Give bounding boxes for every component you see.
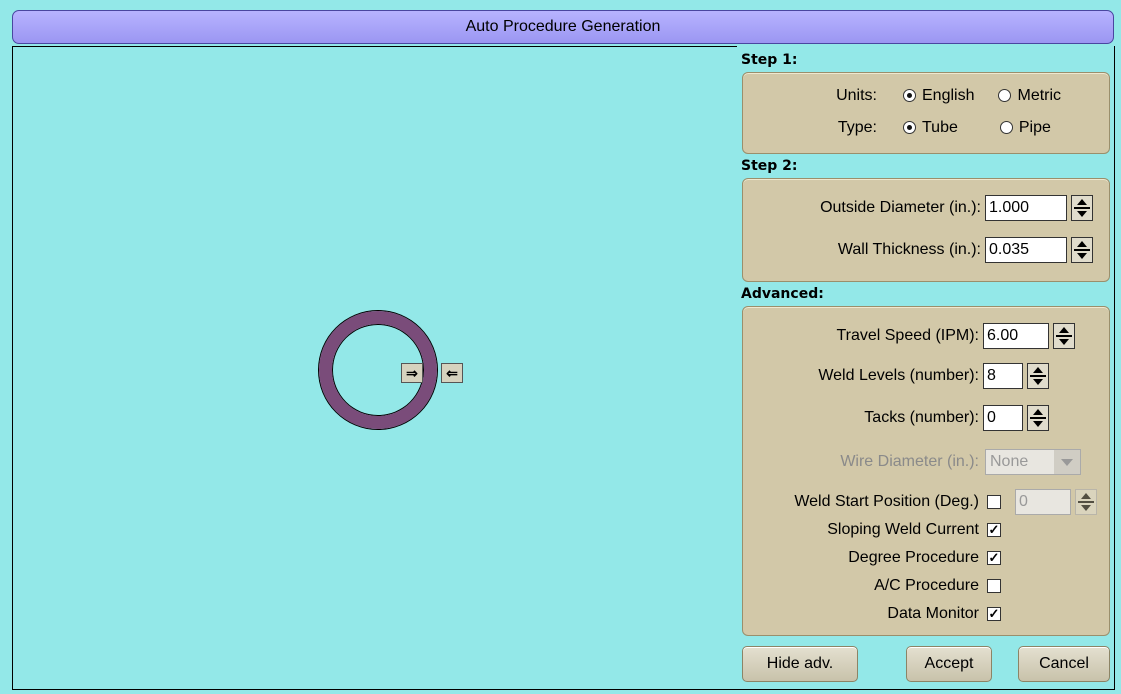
radio-dot-icon <box>903 121 916 135</box>
wall-thickness-spinner[interactable] <box>1071 237 1093 263</box>
cancel-button[interactable]: Cancel <box>1018 646 1110 682</box>
outside-diameter-spinner[interactable] <box>1071 195 1093 221</box>
type-label: Type: <box>837 119 877 136</box>
radio-english[interactable]: English <box>903 87 974 105</box>
ac-checkbox[interactable] <box>987 579 1001 593</box>
weld-levels-label: Weld Levels (number): <box>818 367 979 384</box>
radio-pipe[interactable]: Pipe <box>999 119 1051 137</box>
accept-button[interactable]: Accept <box>906 646 992 682</box>
advanced-label: Advanced: <box>741 286 824 302</box>
radio-metric[interactable]: Metric <box>998 87 1061 105</box>
step2-group: Outside Diameter (in.): 1.000 Wall Thick… <box>742 178 1110 282</box>
travel-speed-input[interactable]: 6.00 <box>983 323 1049 349</box>
weld-start-input: 0 <box>1015 489 1071 515</box>
arrow-right-icon[interactable]: ⇒ <box>401 363 423 383</box>
weld-levels-input[interactable]: 8 <box>983 363 1023 389</box>
data-monitor-checkbox[interactable]: ✓ <box>987 607 1001 621</box>
radio-dot-icon <box>998 89 1012 103</box>
tacks-label: Tacks (number): <box>864 409 979 426</box>
sloping-label: Sloping Weld Current <box>827 521 979 538</box>
wall-thickness-label: Wall Thickness (in.): <box>837 241 981 258</box>
step1-label: Step 1: <box>741 52 798 68</box>
wire-diameter-label: Wire Diameter (in.): <box>840 453 979 470</box>
weld-start-checkbox[interactable] <box>987 495 1001 509</box>
weld-start-label: Weld Start Position (Deg.) <box>794 493 979 510</box>
wire-diameter-select: None <box>985 449 1081 475</box>
radio-dot-icon <box>999 121 1013 135</box>
window-border-right <box>1114 46 1115 690</box>
sloping-checkbox[interactable]: ✓ <box>987 523 1001 537</box>
window-border-bottom <box>12 689 1115 690</box>
radio-tube[interactable]: Tube <box>903 119 958 137</box>
tacks-input[interactable]: 0 <box>983 405 1023 431</box>
radio-dot-icon <box>903 89 916 103</box>
advanced-group: Travel Speed (IPM): 6.00 Weld Levels (nu… <box>742 306 1110 636</box>
data-monitor-label: Data Monitor <box>887 605 979 622</box>
tacks-spinner[interactable] <box>1027 405 1049 431</box>
weld-start-spinner <box>1075 489 1097 515</box>
outside-diameter-input[interactable]: 1.000 <box>985 195 1067 221</box>
degree-label: Degree Procedure <box>848 549 979 566</box>
arrow-left-icon[interactable]: ⇐ <box>441 363 463 383</box>
travel-speed-spinner[interactable] <box>1053 323 1075 349</box>
step1-group: Units: English Metric Type: Tube Pipe <box>742 72 1110 154</box>
window-title: Auto Procedure Generation <box>12 10 1114 44</box>
step2-label: Step 2: <box>741 158 798 174</box>
outside-diameter-label: Outside Diameter (in.): <box>820 199 981 216</box>
travel-speed-label: Travel Speed (IPM): <box>836 327 979 344</box>
ac-label: A/C Procedure <box>874 577 979 594</box>
weld-levels-spinner[interactable] <box>1027 363 1049 389</box>
degree-checkbox[interactable]: ✓ <box>987 551 1001 565</box>
chevron-down-icon <box>1054 450 1080 474</box>
hide-adv-button[interactable]: Hide adv. <box>742 646 858 682</box>
preview-canvas: ⇒ ⇐ <box>12 46 737 690</box>
wall-thickness-input[interactable]: 0.035 <box>985 237 1067 263</box>
units-label: Units: <box>836 87 877 104</box>
app-window: Auto Procedure Generation ⇒ ⇐ Step 1: Un… <box>0 0 1121 694</box>
